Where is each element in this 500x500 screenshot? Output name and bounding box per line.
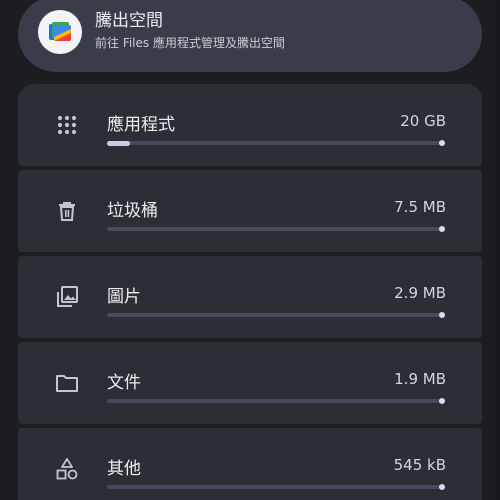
storage-item-label: 垃圾桶 (107, 201, 158, 221)
screen-edge (496, 0, 500, 500)
storage-usage-bar (107, 398, 445, 404)
shapes-icon (55, 457, 79, 481)
storage-usage-fill (107, 140, 131, 146)
storage-item-images[interactable]: 圖片 2.9 MB (18, 256, 482, 338)
image-icon (55, 285, 79, 309)
bar-end-dot (439, 484, 445, 490)
trash-icon (55, 199, 79, 223)
storage-item-size: 7.5 MB (394, 198, 446, 216)
apps-grid-icon (55, 113, 79, 137)
storage-item-label: 應用程式 (107, 115, 175, 135)
storage-usage-bar (107, 312, 445, 318)
storage-item-size: 20 GB (400, 112, 446, 130)
storage-usage-bar (107, 484, 445, 490)
banner-subtitle: 前往 Files 應用程式管理及騰出空間 (95, 36, 285, 50)
storage-item-apps[interactable]: 應用程式 20 GB (18, 84, 482, 166)
bar-end-dot (439, 398, 445, 404)
storage-item-documents[interactable]: 文件 1.9 MB (18, 342, 482, 424)
storage-item-label: 其他 (107, 459, 141, 479)
bar-end-dot (439, 226, 445, 232)
storage-item-label: 文件 (107, 373, 141, 393)
storage-item-size: 1.9 MB (394, 370, 446, 388)
folder-icon (55, 371, 79, 395)
storage-usage-bar (107, 226, 445, 232)
free-up-space-banner[interactable]: 騰出空間 前往 Files 應用程式管理及騰出空間 (18, 0, 482, 72)
storage-item-label: 圖片 (107, 287, 141, 307)
storage-item-trash[interactable]: 垃圾桶 7.5 MB (18, 170, 482, 252)
files-app-icon (38, 10, 82, 54)
storage-item-size: 545 kB (393, 456, 446, 474)
storage-item-size: 2.9 MB (394, 284, 446, 302)
storage-usage-bar (107, 140, 445, 146)
storage-item-other[interactable]: 其他 545 kB (18, 428, 482, 500)
banner-title: 騰出空間 (95, 11, 163, 31)
storage-screen: 騰出空間 前往 Files 應用程式管理及騰出空間 應用程式 20 GB 垃圾桶… (0, 0, 500, 500)
bar-end-dot (439, 312, 445, 318)
bar-end-dot (439, 140, 445, 146)
